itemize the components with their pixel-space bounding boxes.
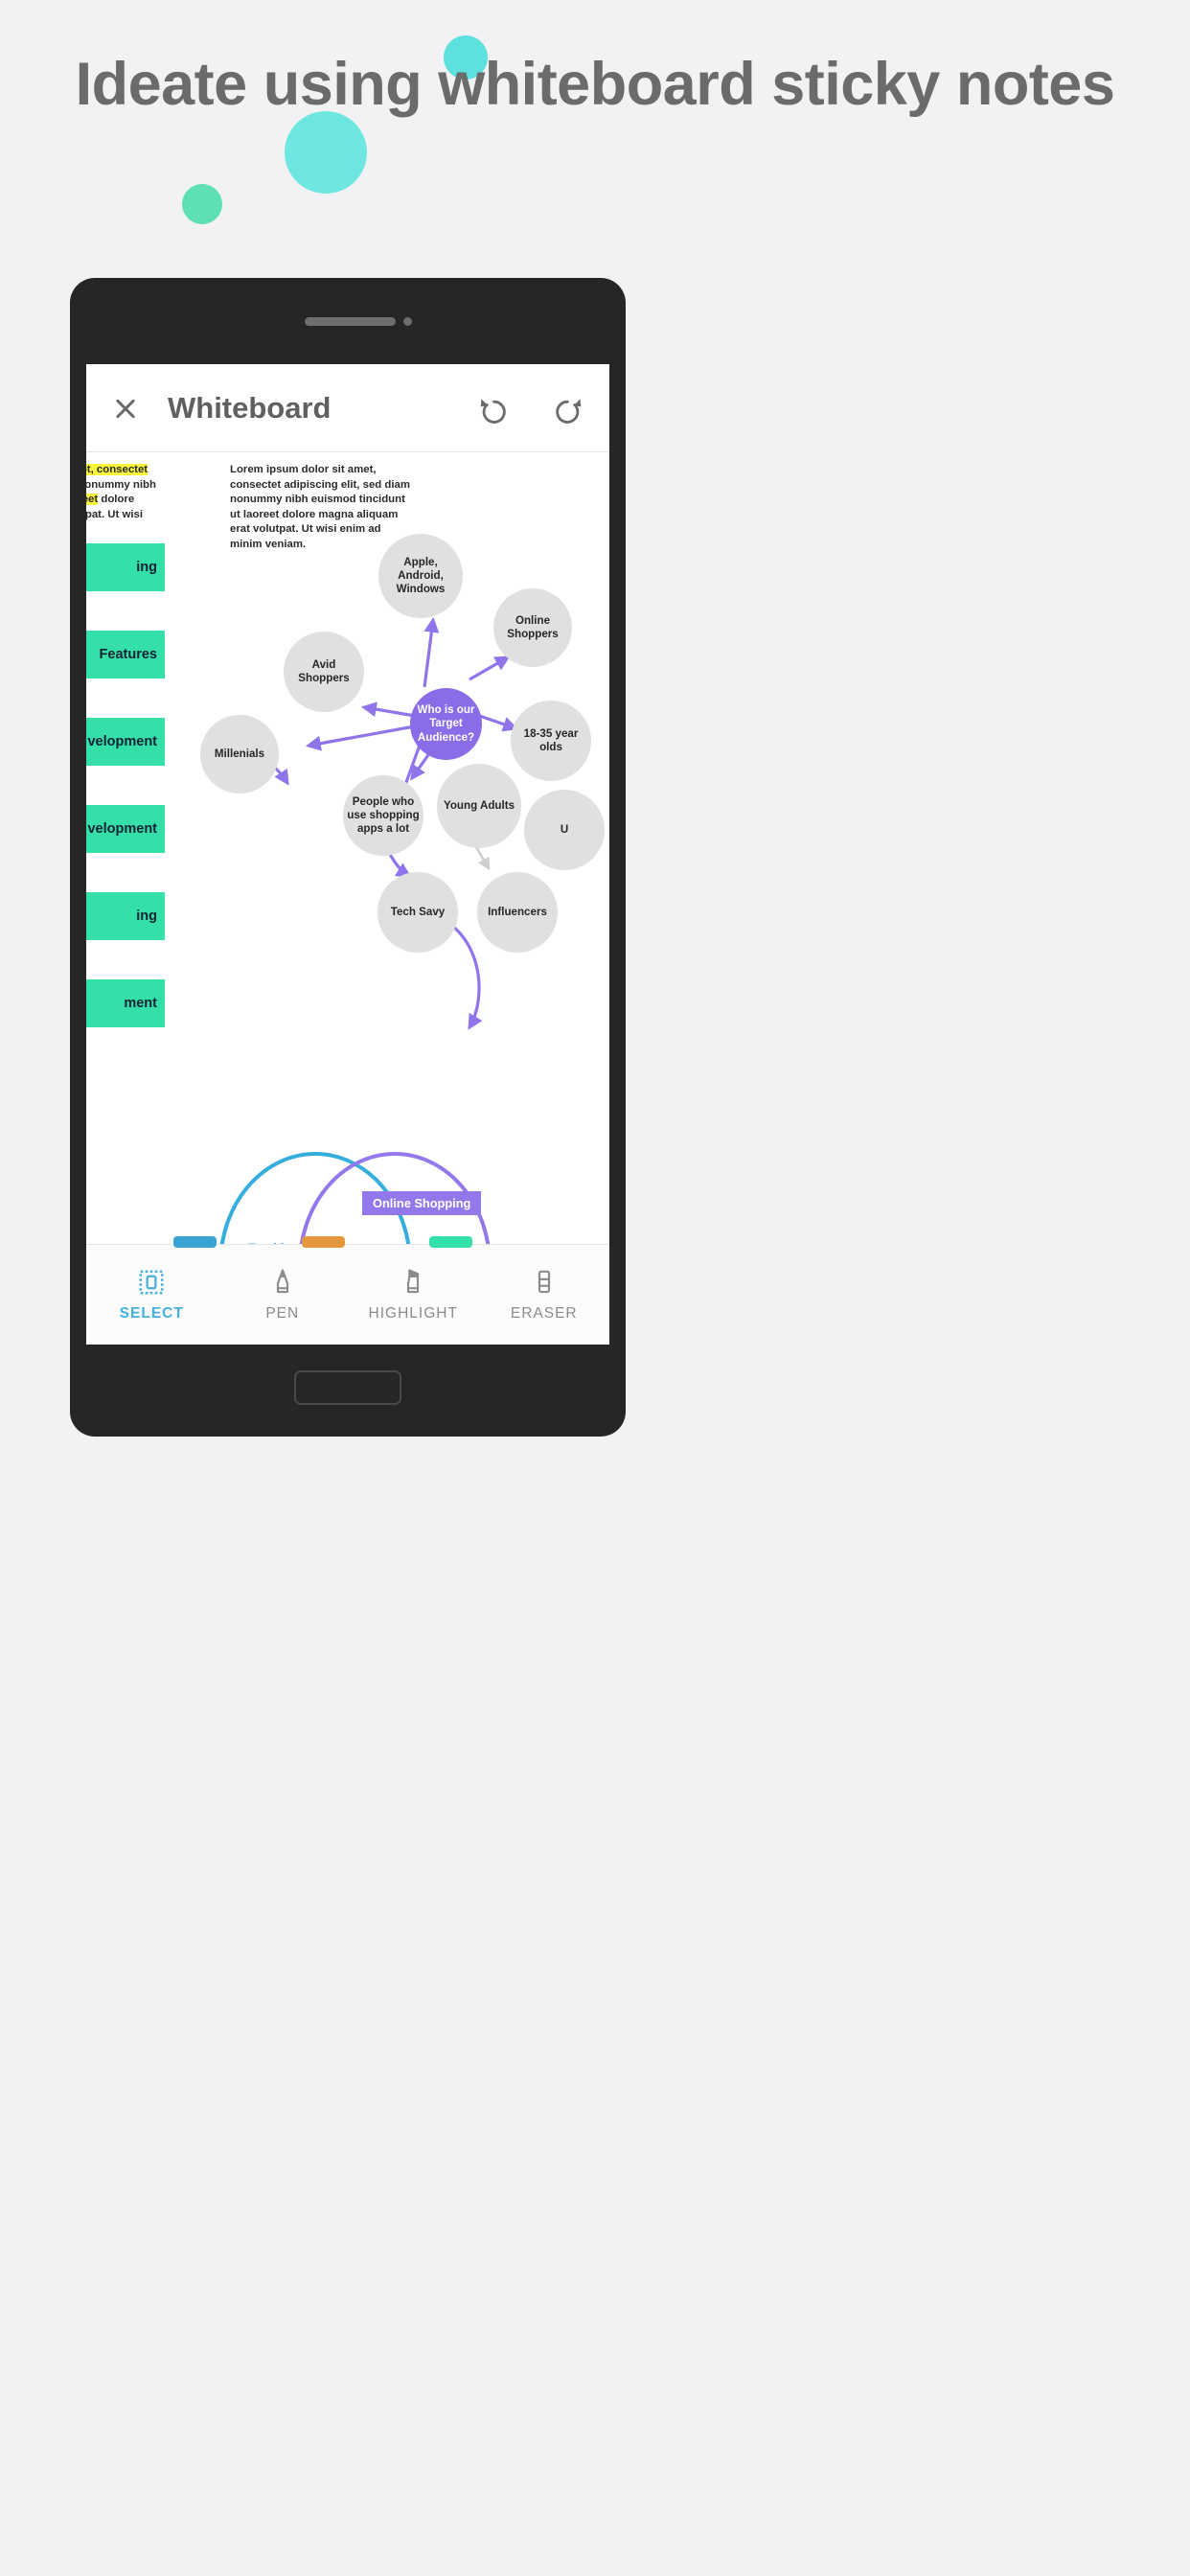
tool-label: PEN xyxy=(265,1304,300,1322)
undo-icon[interactable] xyxy=(477,393,510,426)
phone-screen: Whiteboard amet, consectet m nonummy nib… xyxy=(86,364,609,1345)
mindmap-node[interactable]: Tech Savy xyxy=(378,872,458,953)
phone-frame: Whiteboard amet, consectet m nonummy nib… xyxy=(70,278,626,1437)
tool-pen[interactable]: PEN xyxy=(217,1268,349,1322)
phone-camera xyxy=(403,317,412,326)
eraser-icon xyxy=(538,1270,550,1293)
mindmap-node[interactable]: Young Adults xyxy=(437,764,521,848)
page-title: Whiteboard xyxy=(168,390,332,425)
phone-speaker xyxy=(305,317,396,326)
select-icon xyxy=(139,1270,164,1294)
tool-label: HIGHLIGHT xyxy=(368,1304,458,1322)
decorative-circle-large xyxy=(285,111,367,194)
decorative-circle-left xyxy=(182,184,222,224)
tool-eraser[interactable]: ERASER xyxy=(479,1268,610,1322)
page-headline: Ideate using whiteboard sticky notes xyxy=(75,51,1115,118)
color-chip-orange[interactable] xyxy=(302,1236,345,1248)
color-chip-green[interactable] xyxy=(429,1236,472,1248)
highlighter-icon xyxy=(407,1268,420,1293)
mindmap-center-node[interactable]: Who is our Target Audience? xyxy=(410,688,482,760)
tool-label: SELECT xyxy=(119,1304,184,1322)
whiteboard-canvas[interactable]: amet, consectet m nonummy nibh aoreet do… xyxy=(86,452,609,1244)
close-icon[interactable] xyxy=(111,394,140,423)
phone-home-button[interactable] xyxy=(294,1370,401,1405)
pen-icon xyxy=(276,1268,288,1293)
venn-label-online: Online Shopping xyxy=(362,1191,482,1215)
color-chip-blue[interactable] xyxy=(173,1236,217,1248)
mindmap-node[interactable]: Millenials xyxy=(200,715,279,794)
mindmap-node[interactable]: Online Shoppers xyxy=(493,588,572,667)
tool-highlight[interactable]: HIGHLIGHT xyxy=(348,1268,479,1322)
tool-select[interactable]: SELECT xyxy=(86,1268,217,1322)
mindmap-node[interactable]: Influencers xyxy=(477,872,558,953)
mindmap-node[interactable]: U xyxy=(524,790,605,870)
tool-toolbar: SELECT PEN HIGHLIGHT ERASER xyxy=(86,1236,610,1345)
tool-label: ERASER xyxy=(510,1304,578,1322)
mindmap-node[interactable]: Avid Shoppers xyxy=(284,632,364,712)
mindmap-node[interactable]: 18-35 year olds xyxy=(511,701,591,781)
mindmap-node[interactable]: Apple, Android, Windows xyxy=(378,534,463,618)
app-header: Whiteboard xyxy=(86,364,609,452)
redo-icon[interactable] xyxy=(552,393,584,426)
mindmap-node[interactable]: People who use shopping apps a lot xyxy=(343,775,423,856)
